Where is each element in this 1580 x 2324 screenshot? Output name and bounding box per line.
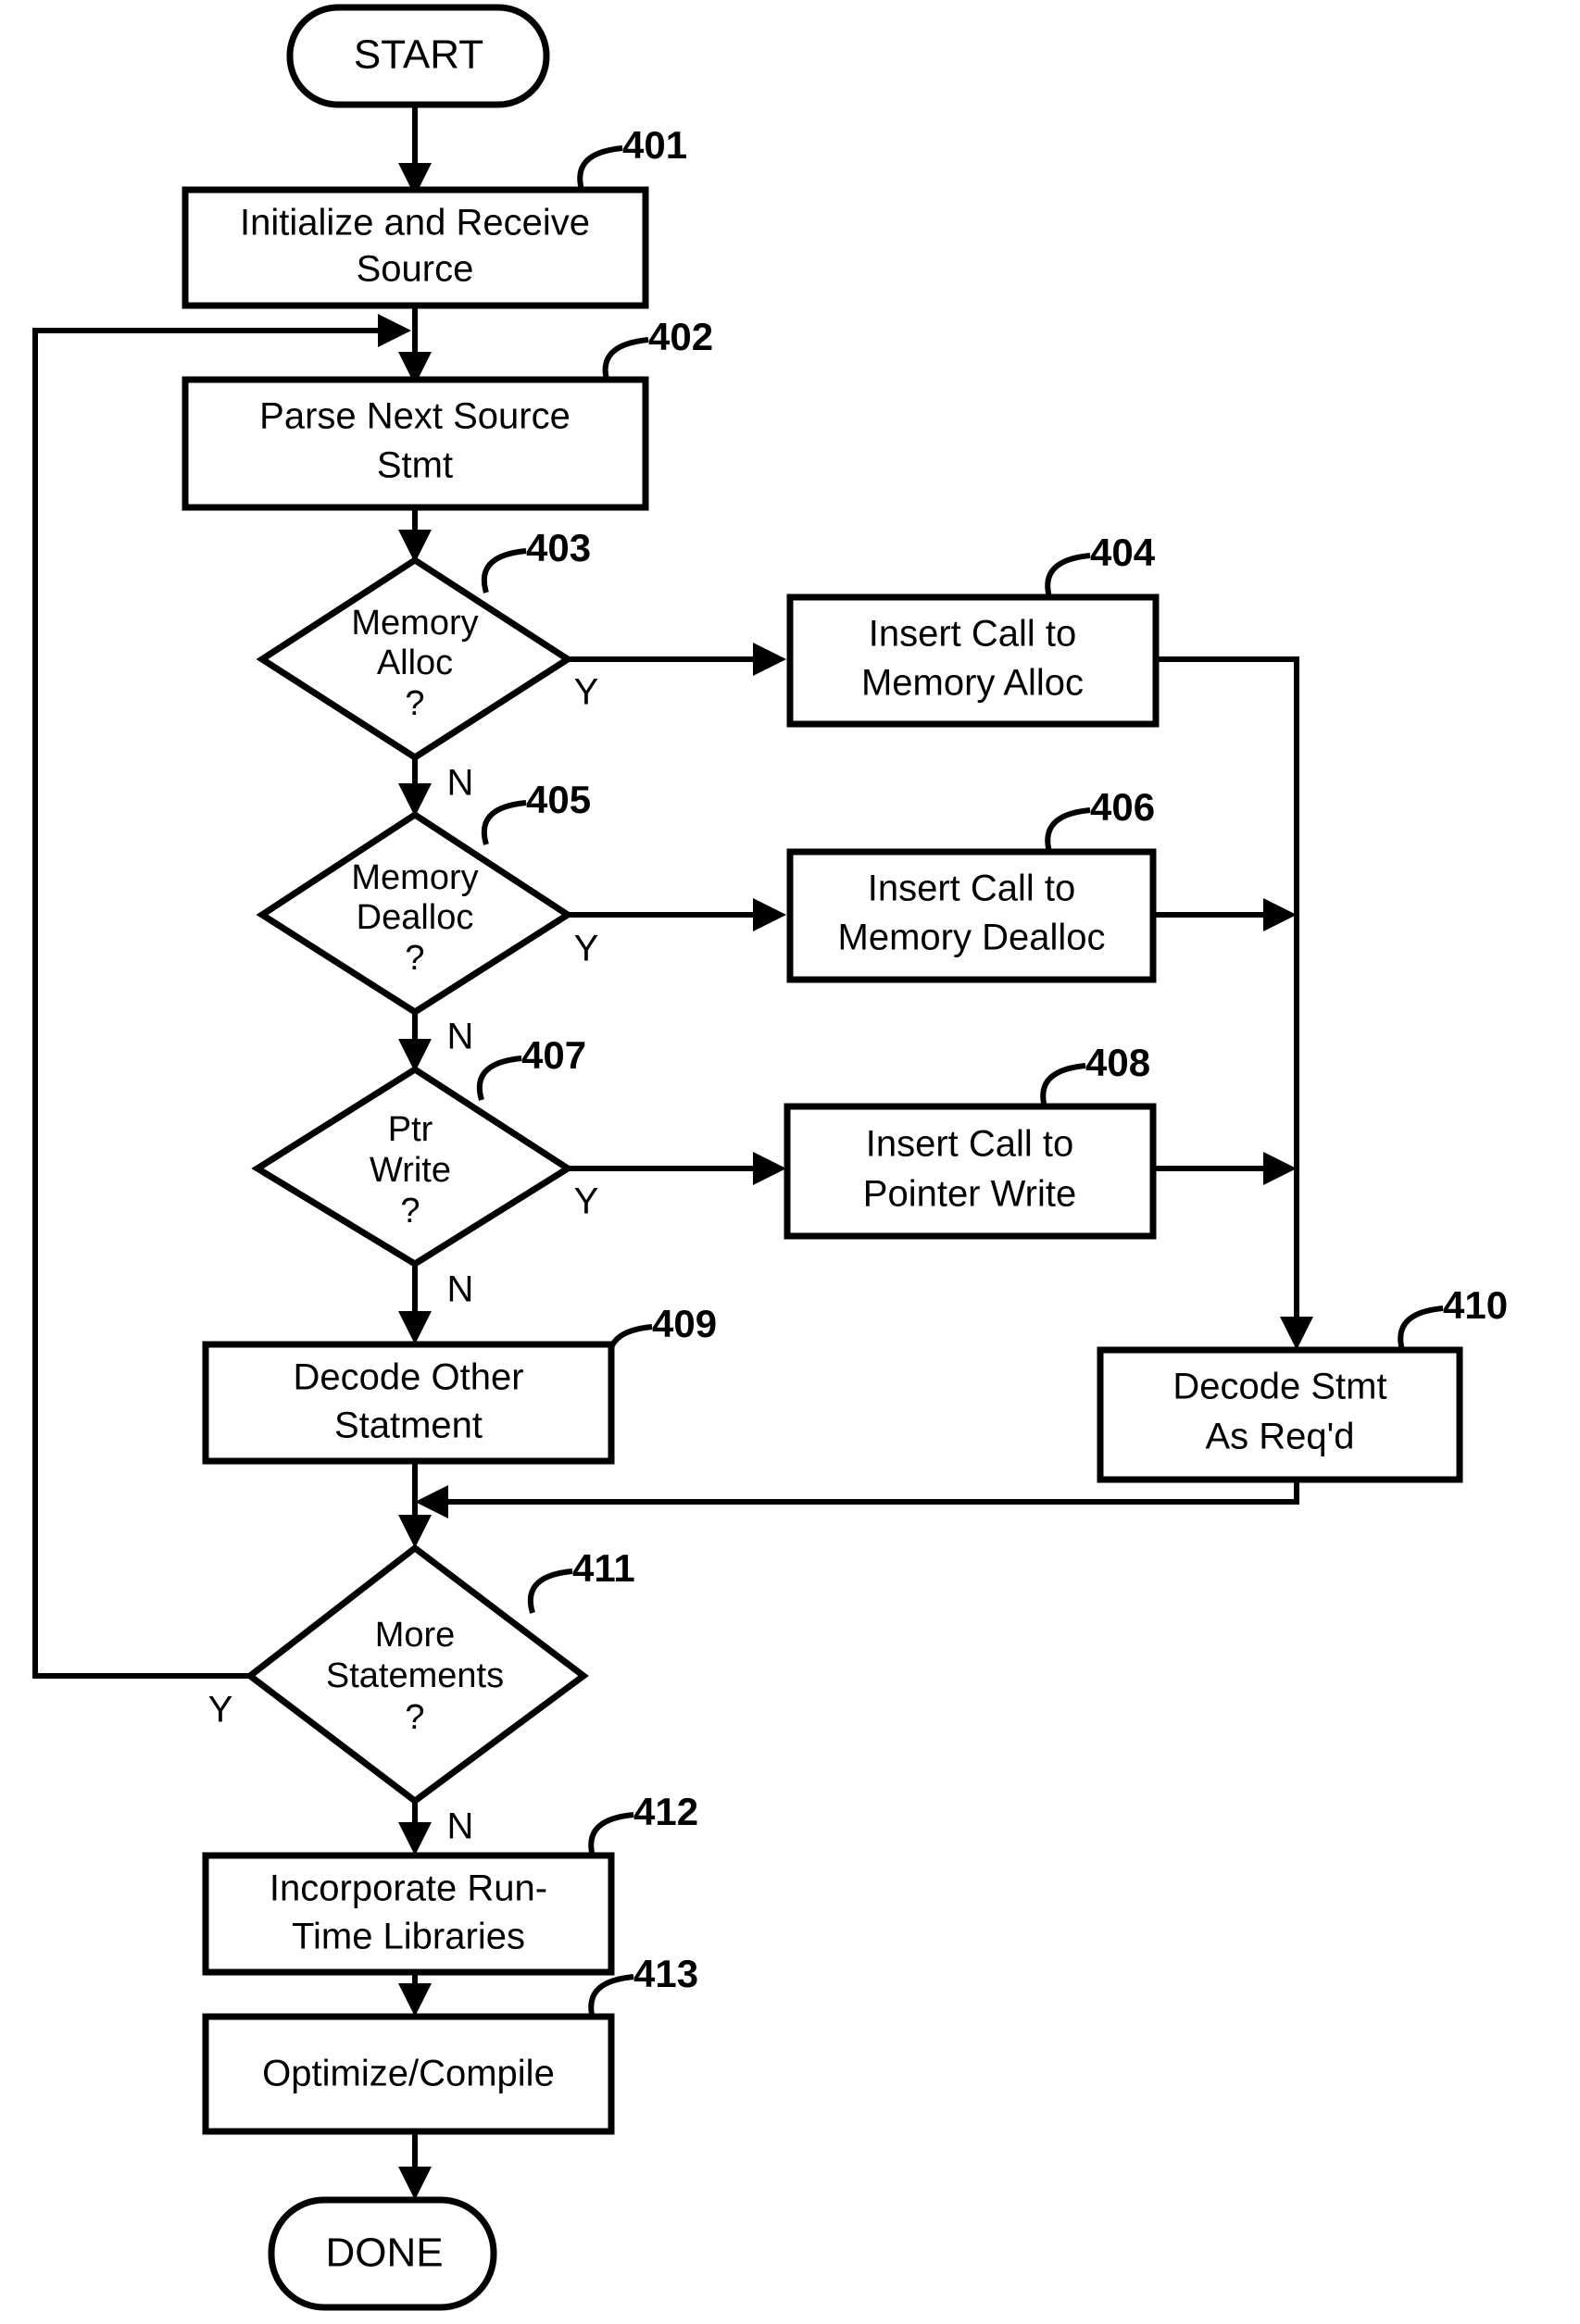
edge-403-yes-to-404	[568, 643, 786, 676]
ref-411: 411	[572, 1546, 635, 1590]
ref-402: 402	[648, 315, 713, 358]
decision-405-line-1: Memory	[351, 858, 478, 897]
edge-start-to-401	[398, 105, 432, 196]
edge-407-no-to-409	[398, 1264, 432, 1344]
ref-409: 409	[652, 1302, 717, 1345]
decision-407-yes-label: Y	[574, 1181, 599, 1222]
ref-404: 404	[1090, 531, 1156, 574]
figure-canvas: START Initialize and Receive Source 401 …	[0, 0, 1580, 2324]
done-label: DONE	[325, 2230, 443, 2276]
ref-401: 401	[622, 123, 687, 167]
edge-406-to-bus	[1153, 898, 1297, 931]
process-410-line-2: As Req'd	[1205, 1417, 1354, 1457]
process-413: Optimize/Compile	[202, 2013, 615, 2135]
decision-405-line-2: Dealloc	[357, 898, 474, 937]
edge-407-yes-to-408	[568, 1152, 786, 1185]
ref-407: 407	[521, 1033, 586, 1077]
decision-411-line-2: Statements	[326, 1656, 504, 1695]
decision-407-no-label: N	[447, 1269, 474, 1310]
process-412-line-2: Time Libraries	[292, 1917, 525, 1957]
ref-410: 410	[1443, 1283, 1508, 1327]
process-412: Incorporate Run- Time Libraries	[202, 1852, 615, 1976]
decision-403-no-label: N	[447, 763, 474, 804]
start-label: START	[354, 32, 483, 78]
process-401-line-1: Initialize and Receive	[240, 203, 590, 244]
process-406: Insert Call to Memory Dealloc	[786, 848, 1157, 983]
process-402-line-1: Parse Next Source	[259, 396, 571, 437]
edge-405-yes-to-406	[568, 898, 786, 931]
terminator-start: START	[286, 4, 550, 108]
decision-403: Memory Alloc ?	[256, 556, 574, 762]
ref-403: 403	[526, 526, 591, 569]
decision-405-line-3: ?	[405, 939, 424, 978]
decision-407: Ptr Write ?	[251, 1065, 574, 1268]
decision-405-yes-label: Y	[574, 929, 599, 969]
process-413-line-1: Optimize/Compile	[262, 2054, 555, 2094]
edge-408-to-bus	[1153, 1152, 1297, 1185]
process-401: Initialize and Receive Source	[182, 186, 649, 309]
ref-405: 405	[526, 778, 591, 821]
process-402-line-2: Stmt	[377, 445, 453, 486]
process-402: Parse Next Source Stmt	[182, 376, 649, 511]
decision-411-line-3: ?	[405, 1698, 424, 1737]
decision-407-line-3: ?	[400, 1192, 420, 1231]
decision-407-line-1: Ptr	[388, 1110, 433, 1149]
decision-411-line-1: More	[375, 1616, 456, 1655]
process-404-line-2: Memory Alloc	[861, 663, 1084, 704]
decision-411-yes-label: Y	[208, 1690, 233, 1731]
edge-411-yes-to-402	[32, 314, 411, 1679]
edge-401-to-402	[398, 306, 432, 385]
decision-403-line-1: Memory	[351, 604, 478, 643]
edge-405-no-to-407	[398, 1012, 432, 1072]
decision-403-line-2: Alloc	[377, 643, 453, 682]
process-408-line-1: Insert Call to	[866, 1124, 1074, 1165]
edge-411-no-to-412	[398, 1801, 432, 1855]
process-406-line-1: Insert Call to	[868, 868, 1076, 909]
process-401-line-2: Source	[357, 249, 474, 290]
edge-412-to-413	[398, 1972, 432, 2017]
ref-413: 413	[633, 1952, 698, 1995]
process-410: Decode Stmt As Req'd	[1097, 1346, 1463, 1483]
terminator-done: DONE	[268, 2196, 497, 2311]
edge-410-to-411	[415, 1480, 1299, 1518]
edge-404-to-410-bus	[1156, 656, 1313, 1350]
decision-403-line-3: ?	[405, 684, 424, 723]
edge-403-no-to-405	[398, 757, 432, 817]
process-409-line-1: Decode Other	[293, 1357, 523, 1398]
decision-405-no-label: N	[447, 1017, 474, 1057]
process-412-line-1: Incorporate Run-	[270, 1868, 547, 1909]
flowchart-svg: START Initialize and Receive Source 401 …	[32, 4, 1508, 2311]
process-409: Decode Other Statment	[202, 1341, 615, 1465]
decision-405: Memory Dealloc ?	[256, 810, 574, 1017]
edge-413-to-done	[398, 2131, 432, 2200]
process-410-line-1: Decode Stmt	[1172, 1367, 1386, 1407]
process-408: Insert Call to Pointer Write	[784, 1103, 1157, 1240]
process-409-line-2: Statment	[334, 1406, 483, 1446]
process-404: Insert Call to Memory Alloc	[786, 593, 1160, 728]
ref-408: 408	[1085, 1041, 1150, 1084]
ref-406: 406	[1090, 785, 1155, 829]
process-404-line-1: Insert Call to	[869, 614, 1077, 655]
decision-403-yes-label: Y	[574, 672, 599, 713]
ref-412: 412	[633, 1790, 698, 1833]
edge-402-to-403	[398, 507, 432, 563]
decision-407-line-2: Write	[370, 1151, 451, 1190]
process-408-line-2: Pointer Write	[863, 1174, 1076, 1215]
decision-411-no-label: N	[447, 1806, 474, 1847]
process-406-line-2: Memory Dealloc	[838, 918, 1106, 958]
